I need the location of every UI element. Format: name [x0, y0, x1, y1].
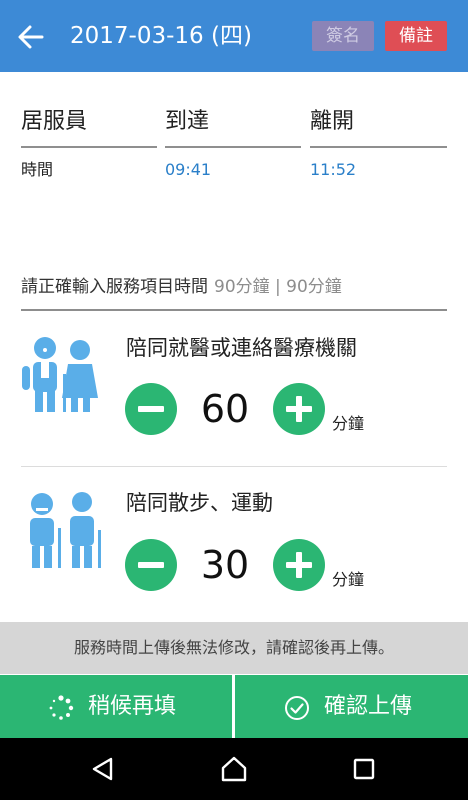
increase-button[interactable]: [273, 539, 325, 591]
doctor-patient-icon: [22, 337, 98, 412]
plus-icon: [286, 396, 312, 422]
nav-home-icon[interactable]: [220, 755, 248, 783]
service-hint-total: 90分鐘 | 90分鐘: [214, 277, 342, 297]
system-nav-bar: [0, 738, 468, 800]
upload-notice: 服務時間上傳後無法修改，請確認後再上傳。: [0, 622, 468, 674]
service-quantity[interactable]: 60: [180, 383, 270, 435]
time-row-label: 時間: [21, 160, 54, 179]
confirm-upload-label: 確認上傳: [324, 694, 413, 719]
service-quantity[interactable]: 30: [180, 539, 270, 591]
increase-button[interactable]: [273, 383, 325, 435]
note-button[interactable]: 備註: [385, 21, 447, 51]
service-title: 陪同就醫或連絡醫療機關: [126, 336, 357, 360]
back-button[interactable]: [14, 20, 48, 54]
column-header-caregiver: 居服員: [21, 109, 88, 134]
unit-label: 分鐘: [332, 570, 365, 589]
arrive-time[interactable]: 09:41: [165, 160, 211, 180]
decrease-button[interactable]: [125, 383, 177, 435]
fill-later-button[interactable]: 稍候再填: [0, 675, 232, 738]
plus-icon: [286, 552, 312, 578]
nav-recents-icon[interactable]: [353, 758, 375, 780]
hint-divider: [21, 309, 447, 311]
column-header-leave: 離開: [310, 109, 355, 134]
arrow-back-icon: [18, 25, 44, 49]
column-header-arrive: 到達: [165, 109, 210, 134]
loading-icon: [49, 695, 74, 720]
minus-icon: [138, 562, 164, 568]
service-title: 陪同散步、運動: [126, 491, 273, 515]
service-hint: 請正確輸入服務項目時間 90分鐘 | 90分鐘: [21, 276, 342, 298]
check-circle-icon: [285, 696, 309, 720]
elderly-walk-icon: [30, 492, 101, 568]
service-divider: [21, 466, 447, 467]
service-hint-text: 請正確輸入服務項目時間: [21, 277, 208, 297]
column-divider: [21, 146, 157, 148]
fill-later-label: 稍候再填: [88, 694, 177, 719]
app-bar: 2017-03-16 (四) 簽名 備註: [0, 0, 468, 72]
column-divider: [310, 146, 447, 148]
nav-back-icon[interactable]: [90, 756, 116, 782]
leave-time[interactable]: 11:52: [310, 160, 356, 180]
column-divider: [165, 146, 301, 148]
unit-label: 分鐘: [332, 414, 365, 433]
confirm-upload-button[interactable]: 確認上傳: [235, 675, 468, 738]
decrease-button[interactable]: [125, 539, 177, 591]
minus-icon: [138, 406, 164, 412]
sign-button[interactable]: 簽名: [312, 21, 374, 51]
page-title: 2017-03-16 (四): [70, 23, 252, 49]
